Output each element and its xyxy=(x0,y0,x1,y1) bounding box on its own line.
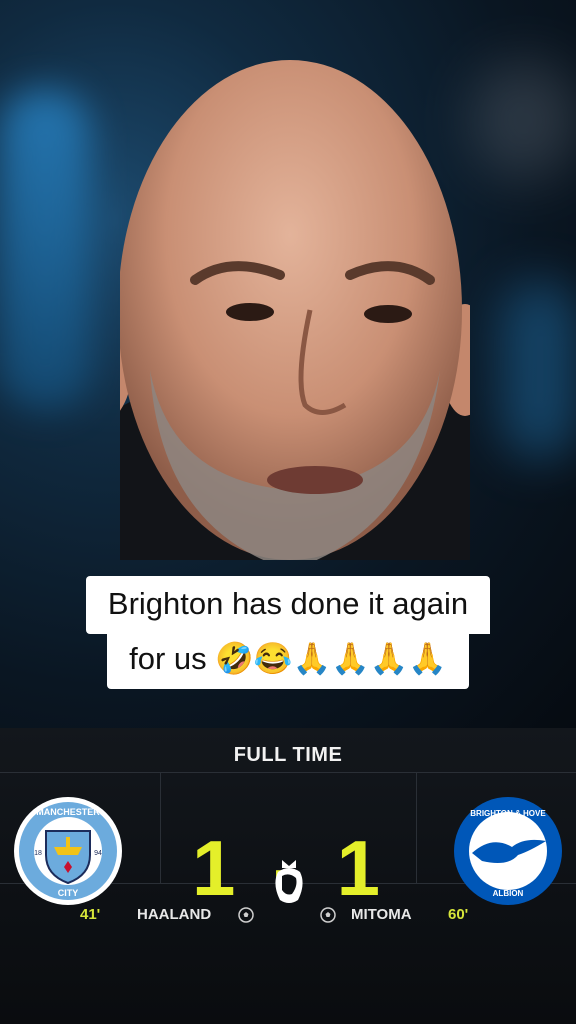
svg-text:MANCHESTER: MANCHESTER xyxy=(36,807,100,817)
home-goal-scorer: HAALAND xyxy=(137,906,212,923)
caption-line-1: Brighton has done it again xyxy=(0,576,576,634)
match-status: FULL TIME xyxy=(233,744,343,766)
brighton-badge-icon: BRIGHTON & HOVE ALBION xyxy=(454,797,562,905)
home-score: 1 xyxy=(191,824,244,912)
scoreboard: FULL TIME MANCHESTER CITY 18 94 BRIGHTON… xyxy=(0,728,576,1024)
premier-league-lion-icon xyxy=(275,860,303,903)
away-score: 1 xyxy=(336,824,389,912)
goal-events: 41' HAALAND MITOMA 60' xyxy=(0,906,576,928)
svg-text:ALBION: ALBION xyxy=(493,889,524,898)
svg-text:94: 94 xyxy=(94,850,102,857)
svg-text:18: 18 xyxy=(34,850,42,857)
man-portrait xyxy=(120,60,470,560)
football-icon xyxy=(320,907,336,923)
away-goal-minute: 60' xyxy=(448,906,469,923)
home-goal-minute: 41' xyxy=(80,906,101,923)
away-goal-scorer: MITOMA xyxy=(351,906,412,923)
svg-text:CITY: CITY xyxy=(58,888,79,898)
football-icon xyxy=(238,907,254,923)
svg-text:BRIGHTON & HOVE: BRIGHTON & HOVE xyxy=(470,809,546,818)
caption-line-2: for us 🤣😂🙏🙏🙏🙏 xyxy=(0,634,576,689)
manchester-city-badge-icon: MANCHESTER CITY 18 94 xyxy=(14,797,122,905)
